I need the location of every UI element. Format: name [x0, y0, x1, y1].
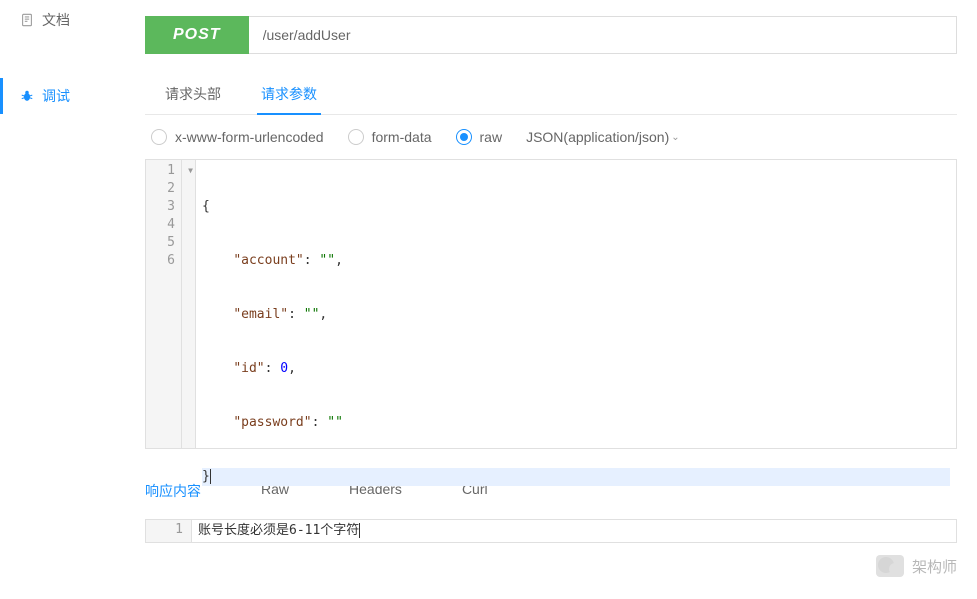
radio-icon [348, 129, 364, 145]
line-number: 4 [156, 216, 175, 234]
line-number: 1 [156, 162, 175, 180]
wechat-icon [876, 555, 904, 577]
tab-request-headers[interactable]: 请求头部 [145, 74, 241, 114]
radio-formdata[interactable]: form-data [348, 129, 432, 145]
request-tabs: 请求头部 请求参数 [145, 74, 957, 115]
content-type-label: JSON(application/json) [526, 129, 669, 145]
document-icon [20, 13, 34, 27]
response-editor[interactable]: 1 账号长度必须是6-11个字符 [145, 519, 957, 543]
request-body-editor[interactable]: 1 2 3 4 5 6 ▼ { "account": "", "email": … [145, 159, 957, 449]
radio-icon [456, 129, 472, 145]
line-number: 6 [156, 252, 175, 270]
sidebar-item-label: 文档 [42, 10, 70, 30]
fold-marker-icon[interactable]: ▼ [188, 162, 193, 180]
http-method[interactable]: POST [145, 16, 249, 54]
request-bar: POST [145, 16, 957, 54]
sidebar: 文档 调试 [0, 0, 125, 599]
code-area[interactable]: { "account": "", "email": "", "id": 0, "… [196, 160, 956, 448]
line-number: 3 [156, 198, 175, 216]
radio-raw[interactable]: raw [456, 129, 503, 145]
chevron-down-icon: ⌄ [671, 132, 679, 143]
line-number: 1 [158, 522, 183, 537]
content-type-dropdown[interactable]: JSON(application/json) ⌄ [526, 129, 680, 145]
radio-label: form-data [372, 129, 432, 145]
response-content: 账号长度必须是6-11个字符 [192, 520, 956, 542]
radio-urlencoded[interactable]: x-www-form-urlencoded [151, 129, 324, 145]
tab-request-params[interactable]: 请求参数 [241, 74, 337, 114]
sidebar-item-label: 调试 [42, 86, 70, 106]
radio-label: raw [480, 129, 503, 145]
fold-column: ▼ [182, 160, 196, 448]
watermark-text: 架构师 [912, 556, 957, 577]
radio-label: x-www-form-urlencoded [175, 129, 324, 145]
sidebar-item-debug[interactable]: 调试 [0, 78, 125, 114]
response-gutter: 1 [146, 520, 192, 542]
watermark: 架构师 [876, 555, 957, 577]
line-number: 5 [156, 234, 175, 252]
editor-gutter: 1 2 3 4 5 6 [146, 160, 182, 448]
radio-icon [151, 129, 167, 145]
line-number: 2 [156, 180, 175, 198]
tab-response-content[interactable]: 响应内容 [145, 475, 201, 507]
url-input[interactable] [249, 16, 957, 54]
sidebar-item-docs[interactable]: 文档 [0, 2, 125, 38]
main-panel: POST 请求头部 请求参数 x-www-form-urlencoded for… [125, 0, 977, 599]
body-type-selector: x-www-form-urlencoded form-data raw JSON… [145, 129, 957, 145]
response-text: 账号长度必须是6-11个字符 [198, 523, 359, 538]
bug-icon [20, 89, 34, 103]
